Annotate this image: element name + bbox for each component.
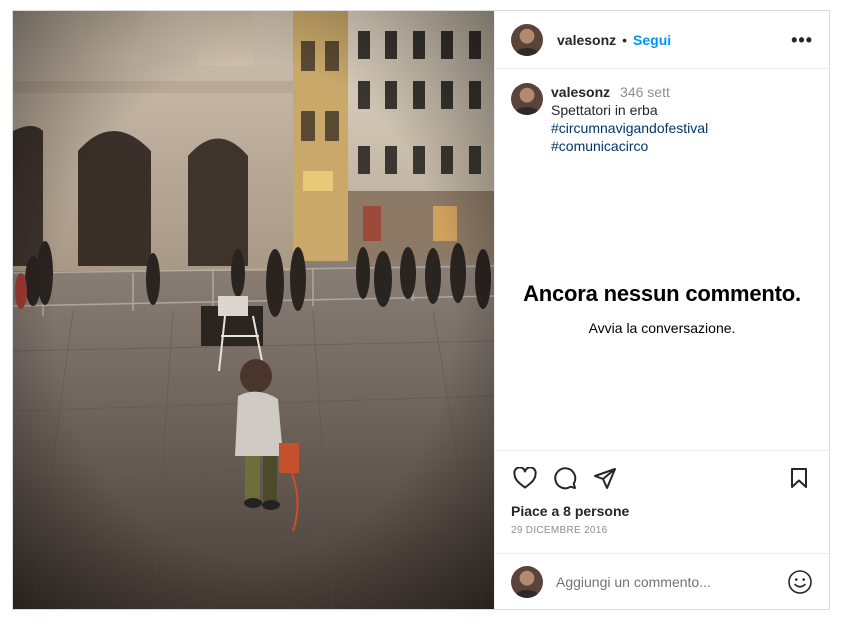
current-user-avatar	[511, 565, 543, 598]
author-avatar[interactable]	[511, 23, 543, 56]
empty-comments-subtitle: Avvia la conversazione.	[588, 320, 736, 336]
post-side-panel: valesonz • Segui ••• valesonz 346 sett S…	[494, 11, 829, 609]
hashtag-link[interactable]: #circumnavigandofestival	[551, 119, 708, 137]
more-options-icon[interactable]: •••	[791, 31, 813, 49]
emoji-icon[interactable]	[787, 569, 813, 595]
separator-dot: •	[622, 31, 628, 48]
post-caption: valesonz 346 sett Spettatori in erba #ci…	[495, 69, 829, 155]
post-date[interactable]: 29 DICEMBRE 2016	[511, 525, 813, 536]
comment-icon[interactable]	[551, 464, 579, 492]
comment-input[interactable]: Aggiungi un commento...	[556, 574, 787, 590]
hashtag-link[interactable]: #comunicacirco	[551, 137, 708, 155]
likes-count[interactable]: Piace a 8 persone	[511, 503, 813, 519]
caption-text: Spettatori in erba	[551, 102, 658, 118]
caption-time[interactable]: 346 sett	[620, 84, 670, 100]
post-card: valesonz • Segui ••• valesonz 346 sett S…	[12, 10, 830, 610]
empty-comments-title: Ancora nessun commento.	[523, 281, 801, 306]
comments-empty-state: Ancora nessun commento. Avvia la convers…	[495, 155, 829, 450]
heart-icon[interactable]	[511, 464, 539, 492]
post-header: valesonz • Segui •••	[495, 11, 829, 69]
follow-button[interactable]: Segui	[633, 32, 671, 48]
share-icon[interactable]	[591, 464, 619, 492]
add-comment-bar: Aggiungi un commento...	[495, 553, 829, 609]
bookmark-icon[interactable]	[785, 464, 813, 492]
post-actions: Piace a 8 persone 29 DICEMBRE 2016	[495, 450, 829, 553]
caption-username[interactable]: valesonz	[551, 84, 610, 100]
street-scene-image	[13, 11, 494, 609]
post-photo[interactable]	[13, 11, 494, 609]
caption-author-avatar[interactable]	[511, 83, 543, 115]
author-username[interactable]: valesonz	[557, 32, 616, 48]
